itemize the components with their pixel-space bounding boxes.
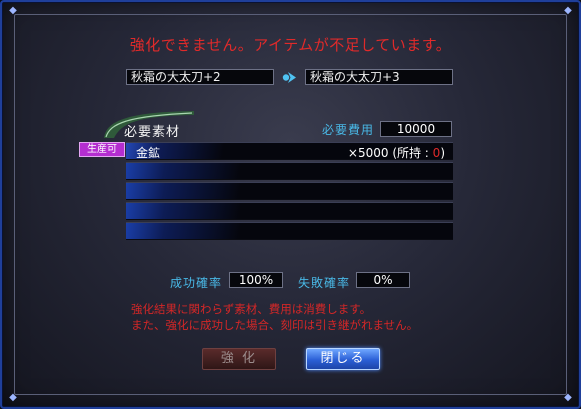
- material-quantity: ×5000 (所持 : 0): [347, 146, 445, 160]
- close-button[interactable]: 閉じる: [306, 348, 380, 370]
- cost-label: 必要費用: [322, 123, 375, 137]
- material-name: 金鉱: [136, 146, 161, 160]
- failure-rate-label: 失敗確率: [298, 276, 351, 290]
- producible-badge[interactable]: 生産可: [79, 142, 125, 157]
- corner-ornament-icon: ◆: [9, 392, 17, 403]
- cost-value: 10000: [380, 121, 452, 137]
- failure-rate-value: 0%: [356, 272, 410, 288]
- corner-ornament-icon: ◆: [564, 5, 572, 16]
- error-message: 強化できません。アイテムが不足しています。: [129, 36, 452, 54]
- corner-ornament-icon: ◆: [9, 5, 17, 16]
- material-row-empty: [126, 202, 453, 220]
- source-item-field: 秋霜の大太刀+2: [126, 69, 274, 85]
- right-arrow-icon: [282, 72, 296, 83]
- success-rate-value: 100%: [229, 272, 283, 288]
- warning-text-line1: 強化結果に関わらず素材、費用は消費します。: [131, 302, 372, 316]
- material-row-empty: [126, 182, 453, 200]
- enhance-button[interactable]: 強 化: [202, 348, 276, 370]
- material-row-empty: [126, 222, 453, 240]
- materials-title: 必要素材: [124, 125, 181, 140]
- material-row-empty: [126, 162, 453, 180]
- material-row[interactable]: 金鉱 ×5000 (所持 : 0): [126, 142, 453, 160]
- warning-text-line2: また、強化に成功した場合、刻印は引き継がれません。: [131, 318, 419, 332]
- target-item-field: 秋霜の大太刀+3: [305, 69, 453, 85]
- success-rate-label: 成功確率: [170, 276, 223, 290]
- corner-ornament-icon: ◆: [564, 392, 572, 403]
